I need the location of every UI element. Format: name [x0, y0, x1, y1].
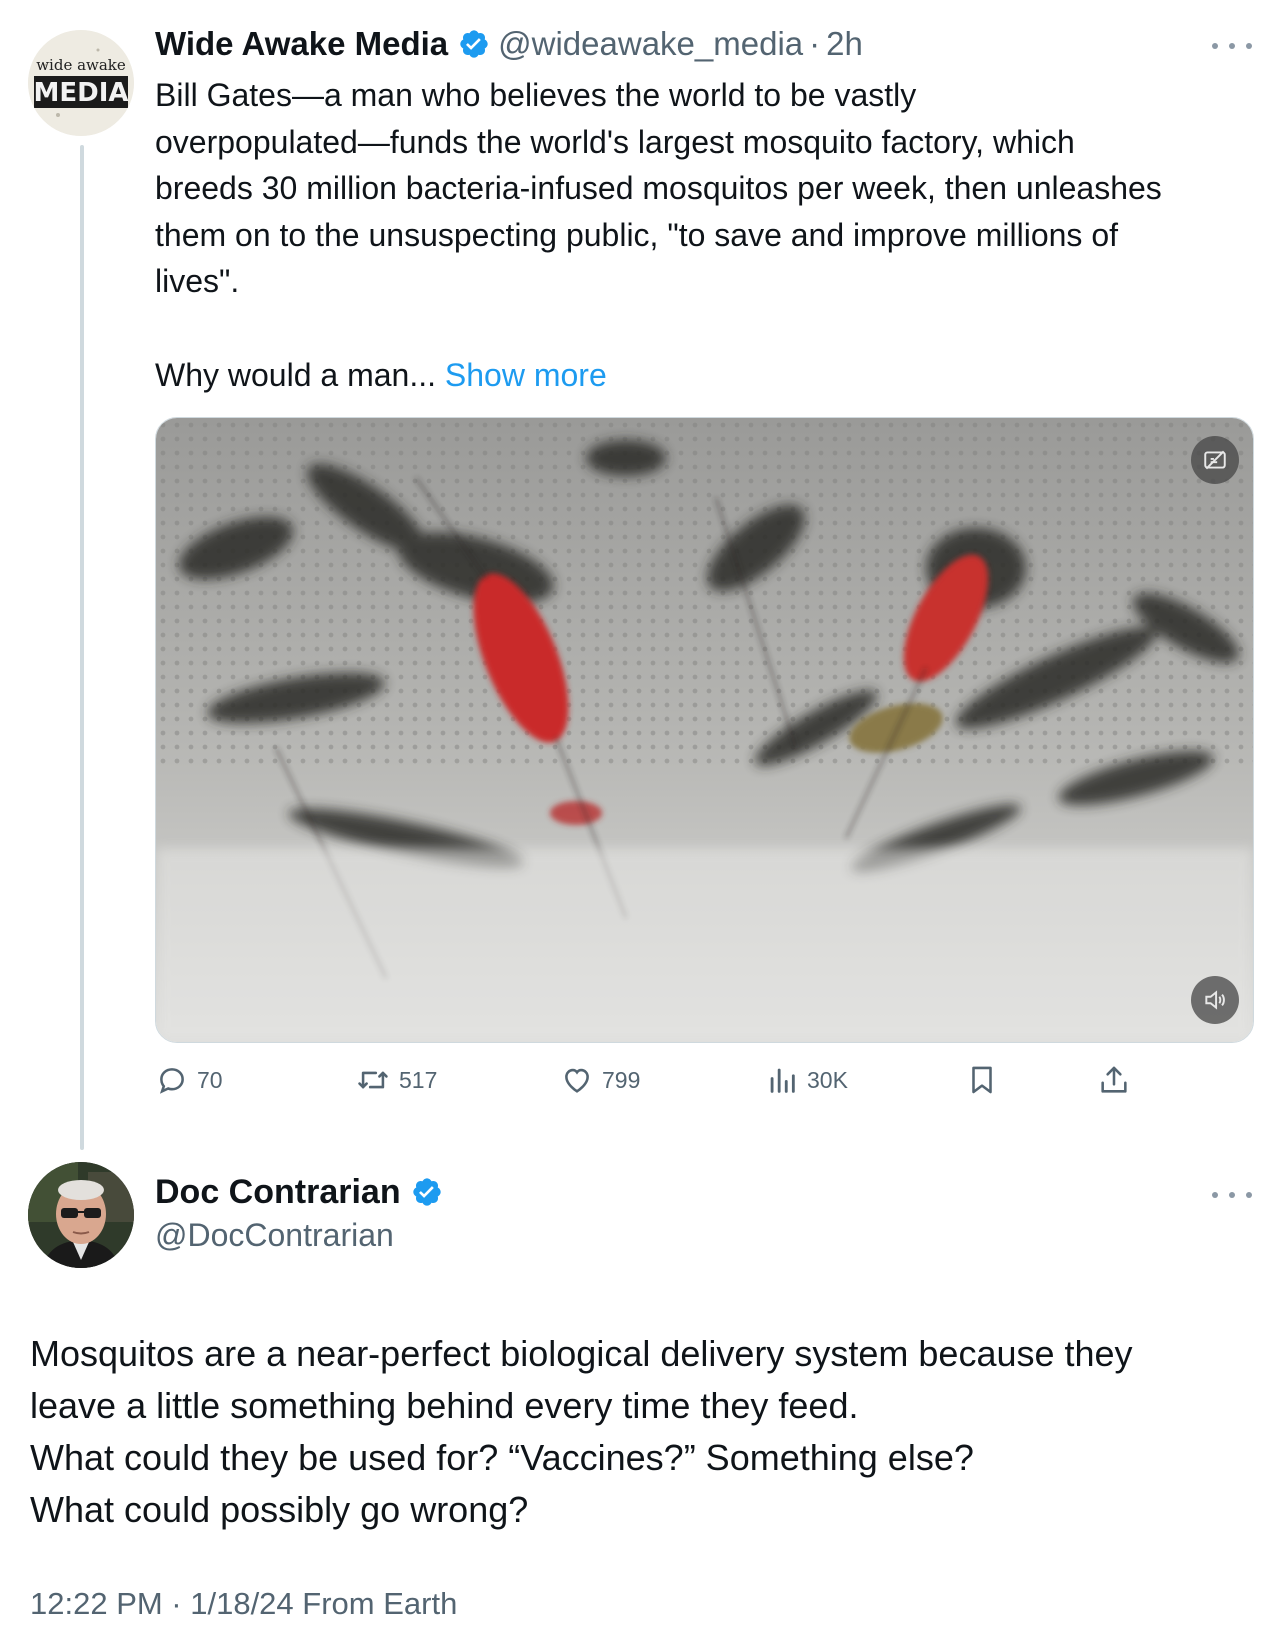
tweet1-header: Wide Awake Media @wideawake_media · 2h: [155, 22, 863, 66]
tweet1-display-name[interactable]: Wide Awake Media: [155, 25, 448, 63]
volume-icon[interactable]: [1191, 976, 1239, 1024]
tweet2-header: Doc Contrarian: [155, 1170, 451, 1214]
tweet1-more-options-icon[interactable]: [1212, 36, 1252, 56]
tweet1-text-line: lives".: [155, 263, 240, 299]
views-chart-icon: [770, 1068, 795, 1093]
tweet2-more-options-icon[interactable]: [1212, 1185, 1252, 1205]
svg-text:wide awake: wide awake: [36, 56, 126, 74]
tweet2-text: Mosquitos are a near-perfect biological …: [30, 1328, 1260, 1536]
reply-button[interactable]: 70: [155, 1060, 223, 1100]
tweet2-text-line: Mosquitos are a near-perfect biological …: [30, 1333, 1133, 1374]
tweet2-timestamp[interactable]: 12:22 PM · 1/18/24 From Earth: [30, 1586, 457, 1622]
thread-connector-line: [80, 145, 84, 1150]
captions-off-icon[interactable]: [1191, 436, 1239, 484]
tweet2-text-line: What could they be used for? “Vaccines?”…: [30, 1437, 974, 1478]
tweet1-video-player[interactable]: [155, 417, 1254, 1043]
verified-badge-icon: [411, 1176, 443, 1208]
like-button[interactable]: 799: [560, 1060, 640, 1100]
svg-text:MEDIA: MEDIA: [33, 78, 128, 108]
tweet2-handle[interactable]: @DocContrarian: [155, 1217, 394, 1254]
reply-count: 70: [197, 1066, 223, 1093]
share-button[interactable]: [1097, 1060, 1139, 1100]
tweet1-truncated-text: Why would a man...: [155, 357, 436, 393]
like-count: 799: [602, 1066, 641, 1093]
tweet1-text-line: breeds 30 million bacteria-infused mosqu…: [155, 170, 1162, 206]
verified-badge-icon: [458, 28, 490, 60]
repost-button[interactable]: 517: [355, 1060, 437, 1100]
tweet1-action-bar: 70 517 799 30K: [155, 1060, 1155, 1100]
tweet1-text-line: Bill Gates—a man who believes the world …: [155, 77, 917, 113]
tweet1-truncated-line: Why would a man... Show more: [155, 352, 607, 398]
doc-contrarian-avatar[interactable]: [28, 1162, 134, 1268]
show-more-link[interactable]: Show more: [445, 357, 607, 393]
tweet2-text-line: leave a little something behind every ti…: [30, 1385, 859, 1426]
tweet2-text-line: What could possibly go wrong?: [30, 1489, 529, 1530]
bookmark-icon: [972, 1066, 992, 1094]
view-count: 30K: [807, 1066, 848, 1093]
bookmark-button[interactable]: [965, 1060, 1007, 1100]
tweet2-display-name[interactable]: Doc Contrarian: [155, 1173, 401, 1212]
repost-icon: [358, 1071, 388, 1089]
video-frame: [156, 418, 1253, 1042]
wide-awake-media-avatar[interactable]: wide awake MEDIA: [28, 30, 134, 136]
tweet1-text-line: overpopulated—funds the world's largest …: [155, 123, 1075, 160]
tweet1-time[interactable]: 2h: [826, 25, 863, 63]
separator-dot: ·: [809, 25, 821, 62]
tweet1-text: Bill Gates—a man who believes the world …: [155, 72, 1255, 305]
tweet1-handle[interactable]: @wideawake_media: [498, 25, 803, 63]
repost-count: 517: [399, 1066, 438, 1093]
reply-icon: [159, 1068, 184, 1094]
share-icon: [1101, 1066, 1127, 1093]
tweet1-text-line: them on to the unsuspecting public, "to …: [155, 216, 1118, 253]
heart-icon: [565, 1068, 589, 1093]
views-button[interactable]: 30K: [765, 1060, 848, 1100]
